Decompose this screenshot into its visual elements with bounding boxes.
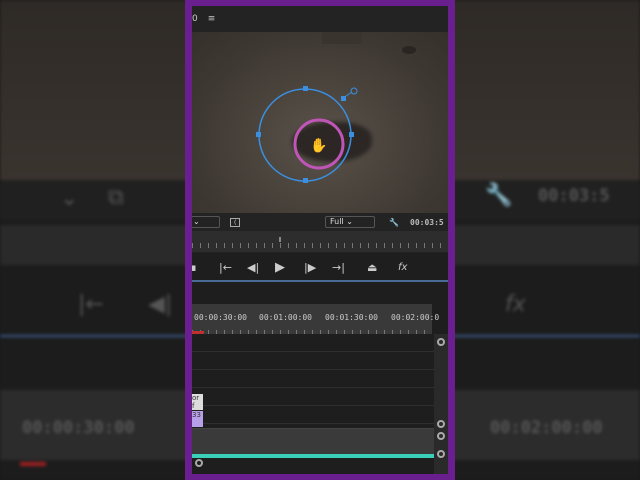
vertical-scrollbar[interactable] (434, 334, 448, 474)
safe-margin-icon: ⧉ (108, 185, 124, 210)
work-area-marker (192, 331, 204, 334)
resolution-value: Full (330, 217, 344, 226)
monitor-scrubber[interactable] (192, 231, 448, 253)
clip[interactable]: or f (192, 394, 203, 410)
phone-frame: 0 ≡ ✋ ⌄ ⟨ Full ⌄ 🔧 00:03:5 ▪ |← ◀| ▶ |▶ … (185, 0, 455, 480)
step-back-icon: ◀| (148, 292, 173, 317)
timecode: 00:03:5 (410, 217, 444, 227)
ruler-label: 00:01:00:00 (259, 313, 312, 322)
fx-icon: fx (505, 292, 526, 317)
play-button[interactable]: ▶ (275, 260, 285, 275)
go-to-out-button[interactable]: →| (332, 261, 345, 274)
monitor-controls: ⌄ ⟨ Full ⌄ 🔧 00:03:5 (192, 213, 448, 231)
step-forward-button[interactable]: |▶ (304, 261, 316, 274)
wrench-icon: 🔧 (485, 183, 513, 208)
ruler-label: 00:02:00:0 (391, 313, 440, 322)
go-to-in-icon: |← (78, 292, 104, 317)
audio-clip[interactable] (192, 454, 434, 458)
timeline-ruler[interactable]: 00:00:30:00 00:01:00:00 00:01:30:00 00:0… (192, 304, 439, 334)
clip[interactable]: 33 (192, 411, 203, 427)
ruler-label: 00:01:30:00 (325, 313, 378, 322)
wrench-icon[interactable]: 🔧 (389, 218, 399, 227)
transport-controls: ▪ |← ◀| ▶ |▶ →| ⏏ fx (192, 255, 448, 279)
monitor-header: 0 ≡ (192, 6, 448, 32)
video-track[interactable] (192, 371, 434, 388)
video-track[interactable] (192, 335, 434, 352)
video-track[interactable] (192, 353, 434, 370)
video-track[interactable] (192, 389, 434, 406)
audio-track[interactable] (192, 428, 434, 454)
program-monitor[interactable]: ✋ (192, 32, 448, 213)
bg-ruler-left: 00:00:30:00 (22, 418, 135, 438)
fit-dropdown[interactable]: ⌄ (192, 216, 220, 228)
chevron-down-icon: ⌄ (60, 186, 79, 211)
panel-divider (192, 280, 448, 282)
export-frame-button[interactable]: ⏏ (367, 261, 377, 274)
fx-button[interactable]: fx (398, 262, 407, 273)
step-back-button[interactable]: ◀| (247, 261, 259, 274)
go-to-in-button[interactable]: |← (219, 261, 232, 274)
mask-overlay[interactable]: ✋ (192, 32, 448, 213)
panel-menu-icon[interactable]: ≡ (208, 14, 216, 24)
horizontal-scroll-handle[interactable] (195, 459, 203, 467)
safe-margins-icon[interactable]: ⟨ (230, 217, 240, 227)
playhead[interactable] (279, 237, 281, 242)
svg-text:✋: ✋ (310, 137, 327, 154)
frame-label: 0 (192, 14, 198, 24)
bg-timecode: 00:03:5 (538, 186, 610, 206)
ruler-label: 00:00:30:00 (194, 313, 247, 322)
resolution-dropdown[interactable]: Full ⌄ (325, 216, 375, 228)
mark-in-button[interactable]: ▪ (192, 261, 196, 274)
video-track[interactable] (192, 407, 434, 424)
bg-ruler-right: 00:02:00:00 (490, 418, 603, 438)
